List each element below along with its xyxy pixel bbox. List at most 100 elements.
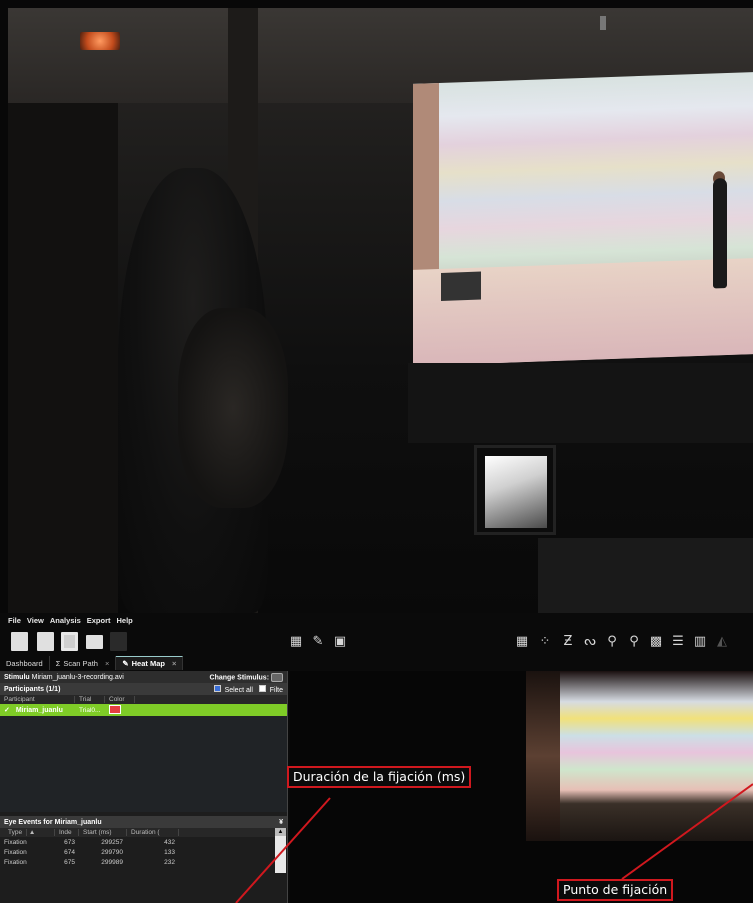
video-door-frame (526, 671, 560, 841)
exit-sign-light (80, 32, 120, 50)
eye-events-header: Eye Events for Miriam_juanlu ¥ (0, 816, 287, 828)
zoom-kpi-icon[interactable]: ⚲ (624, 633, 644, 650)
stimulus-info: Stimulu Miriam_juanlu-3-recording.avi (4, 674, 124, 681)
duration-annotation-text: Duración de la fijación (ms) (293, 769, 466, 784)
participant-name: Miriam_juanlu (15, 707, 63, 714)
event-duration: 133 (164, 848, 175, 856)
event-start: 299989 (101, 858, 123, 866)
participants-options: Select all Filte (213, 684, 283, 694)
monitor (474, 445, 556, 535)
menu-export[interactable]: Export (87, 616, 111, 626)
col-trial[interactable]: Trial (75, 696, 105, 703)
close-icon[interactable]: × (105, 659, 109, 668)
fixation-point-annotation-text: Punto de fijación (563, 882, 668, 897)
participant-color-cell (105, 704, 125, 716)
event-index: 673 (64, 838, 75, 846)
participant-color-swatch[interactable] (109, 704, 121, 714)
trash-icon[interactable] (110, 632, 127, 651)
stimulus-label: Stimulu (4, 673, 30, 681)
grid-icon[interactable]: ▦ (512, 633, 532, 650)
open-file-icon[interactable] (37, 632, 54, 651)
event-type: Fixation (4, 858, 27, 866)
col-start[interactable]: Start (ms) (79, 829, 127, 836)
col-duration[interactable]: Duration ( (127, 829, 179, 836)
tab-heat-map[interactable]: ✎ Heat Map × (116, 656, 184, 670)
change-stimulus-button[interactable] (271, 672, 283, 682)
projected-shelf (441, 271, 481, 301)
col-type-label: Type (4, 829, 28, 836)
menu-help[interactable]: Help (117, 616, 133, 626)
scroll-up-icon[interactable]: ▲ (275, 828, 286, 836)
col-index[interactable]: Inde (55, 829, 79, 836)
collapse-icon[interactable]: ¥ (279, 819, 283, 826)
col-type[interactable]: Type ▲ (0, 829, 55, 836)
event-start: 299257 (101, 838, 123, 846)
sigma-icon: Σ (55, 658, 61, 668)
lasso-icon[interactable]: ᔓ (580, 633, 600, 650)
heat-grid-icon[interactable]: ▩ (646, 633, 666, 650)
search-icon[interactable]: ⚲ (602, 633, 622, 650)
close-icon[interactable]: × (172, 659, 176, 668)
event-duration: 432 (164, 838, 175, 846)
fixation-point-annotation: Punto de fijación (557, 879, 674, 901)
col-color[interactable]: Color (105, 696, 135, 703)
screen-base (408, 363, 753, 443)
clapperboard-icon[interactable]: ▦ (286, 633, 306, 650)
tab-dashboard-label: Dashboard (6, 658, 43, 668)
ceiling-fixture (600, 16, 606, 30)
left-panel: Stimulu Miriam_juanlu-3-recording.avi Ch… (0, 671, 288, 903)
eye-events-list: Fixation 673 299257 432 Fixation 674 299… (0, 828, 287, 873)
event-type: Fixation (4, 848, 27, 856)
projected-video (413, 72, 753, 366)
stimulus-value: Miriam_juanlu-3-recording.avi (31, 673, 124, 681)
save-icon[interactable] (61, 632, 78, 651)
participants-list-empty (0, 716, 287, 812)
participants-title: Participants (1/1) (4, 685, 61, 693)
toolbar: ▦ ✎ ▣ ▦ ⁘ Ƶ ᔓ ⚲ ⚲ ▩ ☰ ▥ ◭ (0, 629, 753, 655)
scan-path-icon[interactable]: Ƶ (558, 633, 578, 650)
eye-tracking-app: File View Analysis Export Help ▦ ✎ ▣ ▦ ⁘… (0, 613, 753, 903)
select-all-checkbox[interactable] (213, 684, 221, 692)
eye-events-columns: Type ▲ Inde Start (ms) Duration ( (0, 828, 287, 837)
tab-scan-path-label: Scan Path (63, 658, 98, 668)
desk (538, 538, 753, 613)
event-index: 674 (64, 848, 75, 856)
projected-door-frame (413, 83, 439, 287)
tab-bar: Dashboard Σ Scan Path × ✎ Heat Map × (0, 656, 753, 670)
list-icon[interactable]: ☰ (668, 633, 688, 650)
participants-columns: Participant Trial Color (0, 695, 287, 704)
menu-view[interactable]: View (27, 616, 44, 626)
table-row[interactable]: Fixation 673 299257 432 (0, 837, 287, 847)
event-type: Fixation (4, 838, 27, 846)
room-photograph (8, 8, 753, 613)
participant-shoulder (178, 308, 288, 508)
tab-scan-path[interactable]: Σ Scan Path × (50, 656, 117, 670)
filter-label: Filte (269, 686, 283, 694)
book-icon[interactable]: ▣ (330, 633, 350, 650)
filter-checkbox[interactable] (258, 684, 266, 692)
change-stimulus[interactable]: Change Stimulus: (209, 672, 283, 682)
event-start: 299790 (101, 848, 123, 856)
change-stimulus-label: Change Stimulus: (209, 673, 270, 681)
stimulus-video-frame[interactable] (526, 671, 753, 841)
bar-chart-icon[interactable]: ▥ (690, 633, 710, 650)
participant-row[interactable]: ✓ Miriam_juanlu Trial0... (0, 704, 287, 716)
menu-file[interactable]: File (8, 616, 21, 626)
table-row[interactable]: Fixation 674 299790 133 (0, 847, 287, 857)
area-chart-icon[interactable]: ◭ (712, 633, 732, 650)
monitor-screen (485, 456, 547, 528)
scrollbar[interactable]: ▲ (275, 828, 286, 873)
col-participant[interactable]: Participant (0, 696, 75, 703)
edit-document-icon[interactable]: ✎ (308, 633, 328, 650)
event-duration: 232 (164, 858, 175, 866)
participant-trial: Trial0... (79, 706, 101, 714)
menu-analysis[interactable]: Analysis (50, 616, 81, 626)
participant-name-cell: ✓ Miriam_juanlu (0, 706, 75, 714)
tab-dashboard[interactable]: Dashboard (0, 656, 50, 670)
scatter-icon[interactable]: ⁘ (535, 633, 555, 650)
table-row[interactable]: Fixation 675 299989 232 (0, 857, 287, 867)
stimulus-bar: Stimulu Miriam_juanlu-3-recording.avi Ch… (0, 671, 287, 683)
dancer-figure (713, 177, 727, 289)
print-icon[interactable] (86, 635, 103, 649)
new-file-icon[interactable] (11, 632, 28, 651)
